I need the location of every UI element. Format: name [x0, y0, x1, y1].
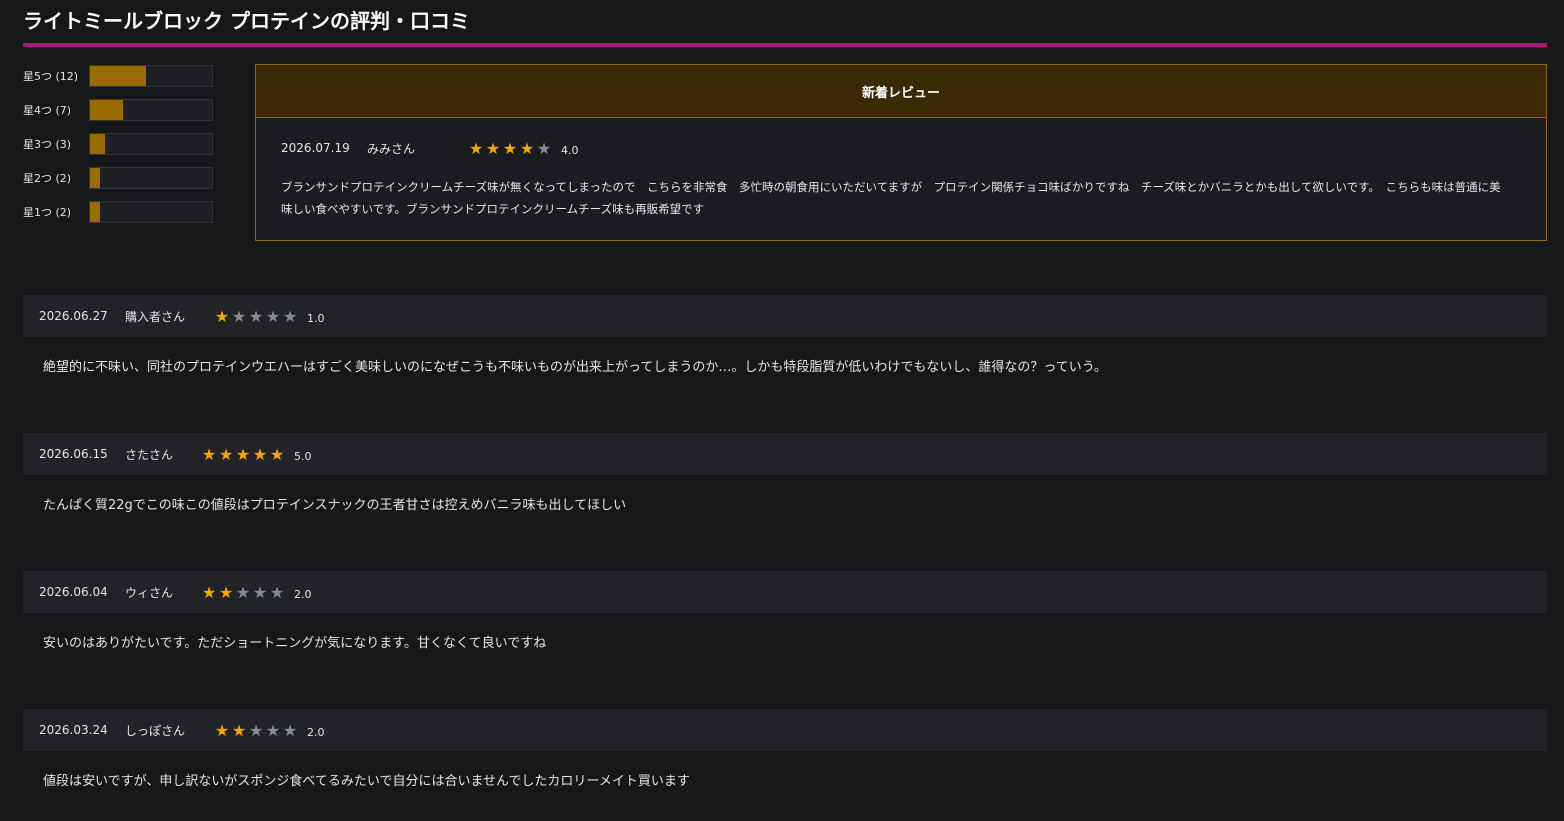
distribution-row-5[interactable]: 星5つ (12) [23, 64, 215, 88]
review-header: 2026.06.27 購入者さん ★ ★ ★ ★ ★ 1.0 [23, 295, 1547, 337]
rating-score: 4.0 [561, 143, 579, 157]
star-icon: ★ [201, 444, 218, 464]
review-text: 値段は安いですが、申し訳ないがスポンジ食べてるみたいで自分には合いませんでしたカ… [43, 774, 690, 789]
distribution-bar-fill [90, 168, 100, 188]
distribution-bar [89, 65, 213, 87]
new-review-text: ブランサンドプロテインクリームチーズ味が無くなってしまったので こちらを非常食 … [281, 180, 1501, 216]
review-text: 絶望的に不味い、同社のプロテインウエハーはすごく美味しいのになぜこうも不味いもの… [43, 360, 1107, 375]
new-review-meta: 2026.07.19 みみさん ★ ★ ★ ★ ★ 4.0 [281, 138, 1546, 158]
star-icon: ★ [214, 306, 231, 326]
star-icon: ★ [235, 444, 252, 464]
distribution-bar-fill [90, 202, 100, 222]
distribution-row-3[interactable]: 星3つ (3) [23, 132, 215, 156]
star-icon: ★ [231, 720, 248, 740]
distribution-bar [89, 133, 213, 155]
reviewer-name: 購入者さん [125, 309, 186, 324]
reviewer-name: さたさん [125, 447, 174, 462]
star-rating: ★ ★ ★ ★ ★ [201, 583, 286, 602]
star-icon: ★ [485, 138, 502, 158]
distribution-bar-fill [90, 100, 123, 120]
star-rating: ★ ★ ★ ★ ★ [468, 139, 553, 158]
distribution-bar-fill [90, 134, 105, 154]
review-date: 2026.06.15 [39, 447, 108, 461]
distribution-label: 星5つ (12) [23, 70, 79, 83]
rating-score: 2.0 [294, 587, 312, 601]
star-icon: ★ [235, 582, 252, 602]
new-review-heading: 新着レビュー [256, 65, 1546, 118]
distribution-bar-fill [90, 66, 147, 86]
reviewer-name: みみさん [367, 141, 416, 156]
review-text: 安いのはありがたいです。ただショートニングが気になります。甘くなくて良いですね [43, 636, 547, 651]
star-icon: ★ [231, 306, 248, 326]
star-icon: ★ [269, 582, 286, 602]
star-icon: ★ [248, 306, 265, 326]
star-rating: ★ ★ ★ ★ ★ [214, 307, 299, 326]
star-icon: ★ [282, 720, 299, 740]
star-icon: ★ [468, 138, 485, 158]
review-date: 2026.03.24 [39, 723, 108, 737]
reviewer-name: ウィさん [125, 585, 174, 600]
star-icon: ★ [265, 720, 282, 740]
distribution-row-2[interactable]: 星2つ (2) [23, 166, 215, 190]
review-text: たんぱく質22gでこの味この値段はプロテインスナックの王者甘さは控えめバニラ味も… [43, 498, 627, 513]
distribution-row-4[interactable]: 星4つ (7) [23, 98, 215, 122]
review-header: 2026.06.15 さたさん ★ ★ ★ ★ ★ 5.0 [23, 433, 1547, 475]
star-icon: ★ [248, 720, 265, 740]
title-divider [23, 43, 1547, 47]
reviews-page: ライトミールブロック プロテインの評判・口コミ 星5つ (12) 星4つ (7)… [0, 0, 1564, 821]
new-review-box: 新着レビュー 2026.07.19 みみさん ★ ★ ★ ★ ★ 4.0 ブランサンドプ… [255, 64, 1547, 241]
star-icon: ★ [218, 582, 235, 602]
star-icon: ★ [214, 720, 231, 740]
distribution-bar [89, 99, 213, 121]
review-header: 2026.06.04 ウィさん ★ ★ ★ ★ ★ 2.0 [23, 571, 1547, 613]
distribution-bar [89, 201, 213, 223]
star-icon: ★ [265, 306, 282, 326]
star-icon: ★ [536, 138, 553, 158]
star-rating: ★ ★ ★ ★ ★ [214, 721, 299, 740]
review-date: 2026.06.04 [39, 585, 108, 599]
review-date: 2026.06.27 [39, 309, 108, 323]
star-rating: ★ ★ ★ ★ ★ [201, 445, 286, 464]
rating-score: 1.0 [307, 311, 325, 325]
rating-distribution: 星5つ (12) 星4つ (7) 星3つ (3) 星2つ (2) 星1つ (2) [23, 64, 215, 234]
reviewer-name: しっぽさん [125, 723, 186, 738]
distribution-label: 星3つ (3) [23, 138, 72, 151]
star-icon: ★ [252, 444, 269, 464]
distribution-row-1[interactable]: 星1つ (2) [23, 200, 215, 224]
star-icon: ★ [282, 306, 299, 326]
star-icon: ★ [519, 138, 536, 158]
page-title: ライトミールブロック プロテインの評判・口コミ [23, 9, 470, 33]
distribution-label: 星2つ (2) [23, 172, 72, 185]
star-icon: ★ [502, 138, 519, 158]
star-icon: ★ [201, 582, 218, 602]
distribution-label: 星1つ (2) [23, 206, 72, 219]
rating-score: 5.0 [294, 449, 312, 463]
star-icon: ★ [269, 444, 286, 464]
star-icon: ★ [252, 582, 269, 602]
rating-score: 2.0 [307, 725, 325, 739]
review-date: 2026.07.19 [281, 141, 350, 155]
star-icon: ★ [218, 444, 235, 464]
review-header: 2026.03.24 しっぽさん ★ ★ ★ ★ ★ 2.0 [23, 709, 1547, 751]
distribution-bar [89, 167, 213, 189]
distribution-label: 星4つ (7) [23, 104, 72, 117]
